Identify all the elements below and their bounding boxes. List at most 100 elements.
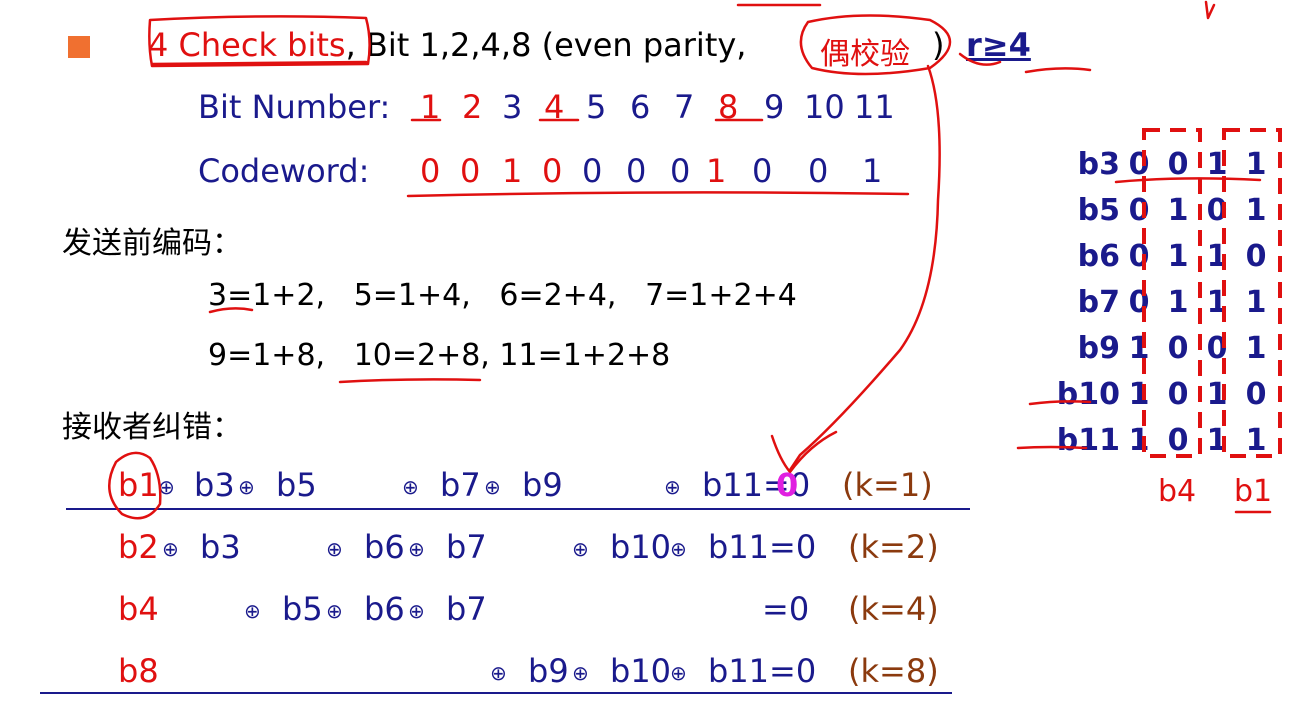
xor-symbol: ⊕ — [326, 599, 343, 623]
bit-table-cell: 0 — [1167, 331, 1189, 366]
xor-symbol: ⊕ — [572, 661, 589, 685]
syndrome-term: b6 — [364, 590, 405, 628]
bit-table-cell: 0 — [1128, 285, 1150, 320]
xor-symbol: ⊕ — [572, 537, 589, 561]
codeword-bit: 0 — [670, 152, 691, 190]
syndrome-term: b9 — [522, 466, 563, 504]
check-bits-label: 4 Check bits — [148, 26, 346, 64]
bit-table-label: b10 — [1056, 377, 1120, 412]
bit-table-label: b7 — [1077, 285, 1120, 320]
encode-line-2: 9=1+8, 10=2+8, 11=1+2+8 — [208, 338, 670, 373]
bit-table-cell: 1 — [1206, 285, 1228, 320]
codeword-bit: 1 — [706, 152, 727, 190]
header-close: ) — [932, 26, 945, 64]
bit-number: 5 — [586, 88, 607, 126]
syndrome-term: b10 — [610, 528, 672, 566]
syndrome-term: b5 — [276, 466, 317, 504]
xor-symbol: ⊕ — [326, 537, 343, 561]
codeword-bit: 0 — [582, 152, 603, 190]
bit-number-values: 1 2 3 4 5 6 7 8 9 10 11 — [420, 88, 895, 126]
bit-number: 8 — [718, 88, 739, 126]
syndrome-term: b11=0 — [708, 528, 817, 566]
xor-symbol: ⊕ — [158, 475, 175, 499]
syndrome-term: b3 — [194, 466, 235, 504]
codeword-bit: 0 — [752, 152, 773, 190]
syndrome-lead: b4 — [118, 590, 159, 628]
syndrome-term: b7 — [446, 528, 487, 566]
xor-symbol: ⊕ — [244, 599, 261, 623]
ink-underline — [338, 378, 482, 384]
syndrome-term: b3 — [200, 528, 241, 566]
syndrome-term: b7 — [446, 590, 487, 628]
bit-table-row: b10 1 0 1 0 — [1020, 372, 1276, 418]
bit-table-row: b3 0 0 1 1 — [1020, 142, 1276, 188]
bit-table-cell: 1 — [1245, 193, 1267, 228]
bit-number: 2 — [462, 88, 483, 126]
r-condition: r≥4 — [966, 26, 1031, 64]
bit-table-row: b6 0 1 1 0 — [1020, 234, 1276, 280]
codeword-bit: 1 — [862, 152, 883, 190]
bit-table-cell: 1 — [1245, 423, 1267, 458]
codeword-label: Codeword: — [198, 152, 370, 190]
bit-number: 6 — [630, 88, 651, 126]
encode-eq: 11=1+2+8 — [499, 338, 671, 373]
syndrome-term: b11=0 — [708, 652, 817, 690]
codeword-bit: 0 — [626, 152, 647, 190]
syndrome-term: b6 — [364, 528, 405, 566]
xor-symbol: ⊕ — [670, 537, 687, 561]
bit-number: 11 — [854, 88, 895, 126]
k-label: (k=8) — [848, 652, 939, 690]
xor-symbol: ⊕ — [664, 475, 681, 499]
bit-table-cell: 1 — [1167, 193, 1189, 228]
codeword-bit: 0 — [542, 152, 563, 190]
bit-table-cell: 1 — [1206, 147, 1228, 182]
syndrome-term: b10 — [610, 652, 672, 690]
bit-table-label: b5 — [1077, 193, 1120, 228]
k-label: (k=4) — [848, 590, 939, 628]
syndrome-term: b9 — [528, 652, 569, 690]
bit-table-label: b11 — [1056, 423, 1120, 458]
syndrome-lead: b1 — [118, 466, 159, 504]
xor-symbol: ⊕ — [490, 661, 507, 685]
bit-number: 10 — [804, 88, 845, 126]
bit-table-label: b6 — [1077, 239, 1120, 274]
bit-table-cell: 0 — [1206, 331, 1228, 366]
encode-eq: 10=2+8, — [353, 338, 490, 373]
bit-table-cell: 1 — [1206, 377, 1228, 412]
encode-eq: 7=1+2+4 — [645, 278, 797, 313]
bit-number: 1 — [420, 88, 441, 126]
bit-table-row: b9 1 0 0 1 — [1020, 326, 1276, 372]
bit-table-cell: 1 — [1128, 423, 1150, 458]
xor-symbol: ⊕ — [484, 475, 501, 499]
codeword-bit: 0 — [420, 152, 441, 190]
bit-table-row: b11 1 0 1 1 — [1020, 418, 1276, 464]
syndrome-term: b7 — [440, 466, 481, 504]
bit-table-cell: 0 — [1128, 239, 1150, 274]
table-divider — [66, 508, 970, 510]
column-label-b1: b1 — [1234, 474, 1273, 509]
bit-number-label: Bit Number: — [198, 88, 391, 126]
bit-table: b3 0 0 1 1 b5 0 1 0 1 b6 0 1 1 0 b7 0 1 1 1 b9 1 0 0 1 b10 1 0… — [1020, 142, 1276, 464]
encode-line-1: 3=1+2, 5=1+4, 6=2+4, 7=1+2+4 — [208, 278, 797, 313]
header-rest: , Bit 1,2,4,8 (even parity, — [345, 26, 747, 64]
ink-stroke — [1024, 67, 1092, 74]
bit-table-cell: 1 — [1206, 239, 1228, 274]
bit-table-label: b9 — [1077, 331, 1120, 366]
bit-table-cell: 1 — [1245, 331, 1267, 366]
codeword-bit: 0 — [460, 152, 481, 190]
column-label-b4: b4 — [1158, 474, 1197, 509]
codeword-bit: 0 — [808, 152, 829, 190]
xor-symbol: ⊕ — [408, 599, 425, 623]
syndrome-term: =0 — [762, 590, 810, 628]
bit-number: 3 — [502, 88, 523, 126]
syndrome-term: b11=0 — [702, 466, 811, 504]
bit-number: 4 — [544, 88, 565, 126]
ink-arrow-path — [788, 64, 941, 472]
bit-table-cell: 1 — [1206, 423, 1228, 458]
codeword-values: 00100001001 — [420, 152, 882, 190]
encode-eq: 5=1+4, — [353, 278, 471, 313]
bit-table-cell: 1 — [1167, 285, 1189, 320]
xor-symbol: ⊕ — [402, 475, 419, 499]
bit-table-cell: 0 — [1206, 193, 1228, 228]
xor-symbol: ⊕ — [670, 661, 687, 685]
